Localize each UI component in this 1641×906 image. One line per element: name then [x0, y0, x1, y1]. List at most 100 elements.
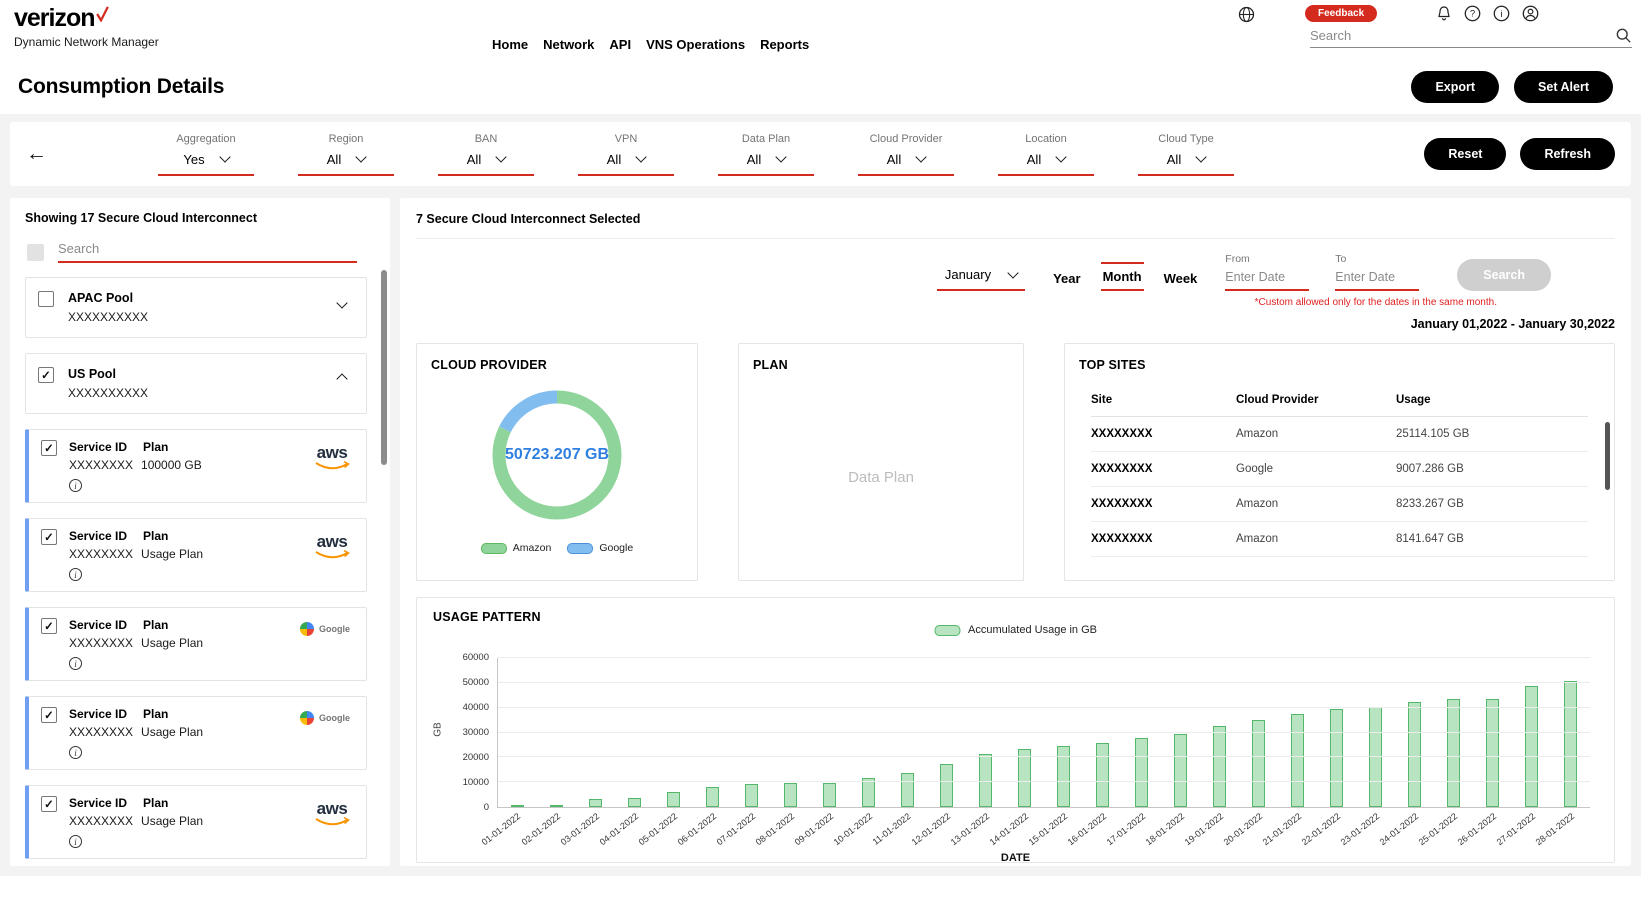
nav-network[interactable]: Network [543, 37, 594, 52]
y-tick-label: 30000 [463, 727, 489, 738]
nav-vns-operations[interactable]: VNS Operations [646, 37, 745, 52]
account-icon[interactable] [1522, 5, 1539, 22]
filter-cloud-provider-dropdown[interactable]: All [858, 152, 954, 176]
to-date-input[interactable] [1335, 270, 1419, 291]
notifications-icon[interactable] [1436, 5, 1452, 22]
usage-bar[interactable] [1408, 702, 1421, 807]
help-icon[interactable]: ? [1464, 5, 1481, 22]
tab-week[interactable]: Week [1162, 266, 1200, 291]
usage-bar[interactable] [667, 792, 680, 807]
select-all-checkbox[interactable] [27, 244, 44, 261]
service-checkbox[interactable] [41, 440, 57, 456]
filter-cloud-type-dropdown[interactable]: All [1138, 152, 1234, 176]
usage-bar[interactable] [628, 798, 641, 807]
table-row[interactable]: XXXXXXXXGoogle9007.286 GB [1091, 452, 1588, 487]
usage-bar[interactable] [1564, 681, 1577, 807]
service-checkbox[interactable] [41, 529, 57, 545]
usage-bar[interactable] [1018, 749, 1031, 807]
service-provider-logo: Google [300, 711, 350, 725]
service-checkbox[interactable] [41, 618, 57, 634]
filter-data-plan-dropdown[interactable]: All [718, 152, 814, 176]
usage-bar[interactable] [1135, 738, 1148, 807]
filter-label: Region [276, 133, 416, 145]
chevron-up-icon[interactable] [336, 373, 347, 384]
usage-bar[interactable] [550, 805, 563, 807]
filter-label: VPN [556, 133, 696, 145]
chevron-down-icon[interactable] [336, 297, 347, 308]
filter-location: LocationAll [976, 133, 1116, 176]
info-icon[interactable] [69, 835, 82, 848]
filter-location-dropdown[interactable]: All [998, 152, 1094, 176]
filter-value-text: All [467, 152, 481, 167]
main-nav: Home Network API VNS Operations Reports [492, 37, 809, 52]
usage-bar[interactable] [706, 787, 719, 807]
filter-region-dropdown[interactable]: All [298, 152, 394, 176]
info-icon[interactable] [69, 746, 82, 759]
usage-bar[interactable] [1096, 743, 1109, 807]
plan-label: Plan [143, 796, 168, 810]
service-checkbox[interactable] [41, 796, 57, 812]
usage-bar[interactable] [1213, 726, 1226, 807]
left-panel-scrollbar[interactable] [381, 270, 387, 465]
table-row[interactable]: XXXXXXXXAmazon8141.647 GB [1091, 522, 1588, 557]
export-button[interactable]: Export [1411, 71, 1499, 103]
set-alert-button[interactable]: Set Alert [1514, 71, 1613, 103]
service-item[interactable]: Service IDPlanXXXXXXXXUsage PlanGoogle [25, 696, 367, 770]
reset-button[interactable]: Reset [1424, 138, 1506, 170]
sci-search-input[interactable] [58, 241, 357, 256]
search-icon[interactable] [1615, 27, 1632, 44]
usage-bar[interactable] [940, 764, 953, 807]
provider-cell: Amazon [1236, 428, 1396, 440]
tab-year[interactable]: Year [1051, 266, 1082, 291]
date-search-button[interactable]: Search [1457, 259, 1551, 291]
nav-api[interactable]: API [609, 37, 631, 52]
usage-bar[interactable] [1525, 686, 1538, 807]
info-icon[interactable] [69, 657, 82, 670]
usage-bar[interactable] [1330, 709, 1343, 807]
service-checkbox[interactable] [41, 707, 57, 723]
usage-bar[interactable] [1291, 714, 1304, 807]
usage-bar[interactable] [901, 773, 914, 807]
tab-month[interactable]: Month [1101, 262, 1144, 291]
pool-item[interactable]: US PoolXXXXXXXXXX [25, 353, 367, 414]
usage-bar[interactable] [745, 784, 758, 807]
refresh-button[interactable]: Refresh [1520, 138, 1615, 170]
usage-bar[interactable] [823, 783, 836, 807]
filter-aggregation-dropdown[interactable]: Yes [158, 152, 254, 176]
back-arrow-icon[interactable]: ← [26, 142, 66, 166]
feedback-button[interactable]: Feedback [1305, 5, 1377, 22]
global-search-input[interactable] [1310, 28, 1615, 43]
nav-reports[interactable]: Reports [760, 37, 809, 52]
service-item[interactable]: Service IDPlanXXXXXXXX100000 GBaws [25, 429, 367, 503]
chevron-down-icon [356, 151, 367, 162]
service-item[interactable]: Service IDPlanXXXXXXXXUsage Planaws [25, 785, 367, 859]
aws-wordmark: aws [317, 533, 348, 550]
nav-home[interactable]: Home [492, 37, 528, 52]
usage-bar[interactable] [1486, 699, 1499, 807]
globe-icon[interactable] [1238, 6, 1255, 26]
usage-bar[interactable] [862, 778, 875, 807]
pool-checkbox[interactable] [38, 367, 54, 383]
info-icon[interactable] [69, 568, 82, 581]
pool-checkbox[interactable] [38, 291, 54, 307]
service-item[interactable]: Service IDPlanXXXXXXXXUsage PlanGoogle [25, 607, 367, 681]
filter-ban-dropdown[interactable]: All [438, 152, 534, 176]
service-item[interactable]: Service IDPlanXXXXXXXXUsage Planaws [25, 518, 367, 592]
table-row[interactable]: XXXXXXXXAmazon8233.267 GB [1091, 487, 1588, 522]
verizon-logo[interactable]: verizon [14, 6, 159, 31]
info-circle-icon[interactable]: i [1493, 5, 1510, 22]
usage-bar[interactable] [589, 799, 602, 807]
table-row[interactable]: XXXXXXXXAmazon25114.105 GB [1091, 417, 1588, 452]
usage-bar[interactable] [784, 783, 797, 807]
cloud-provider-donut[interactable]: 50723.207 GB [482, 380, 632, 530]
usage-bar[interactable] [1252, 720, 1265, 807]
usage-bar[interactable] [511, 805, 524, 807]
usage-bar[interactable] [1447, 699, 1460, 807]
top-sites-scrollbar[interactable] [1605, 422, 1610, 490]
filter-vpn-dropdown[interactable]: All [578, 152, 674, 176]
month-select[interactable]: January [937, 267, 1025, 291]
pool-item[interactable]: APAC PoolXXXXXXXXXX [25, 277, 367, 338]
info-icon[interactable] [69, 479, 82, 492]
from-date-input[interactable] [1225, 270, 1309, 291]
usage-bar[interactable] [1174, 734, 1187, 808]
